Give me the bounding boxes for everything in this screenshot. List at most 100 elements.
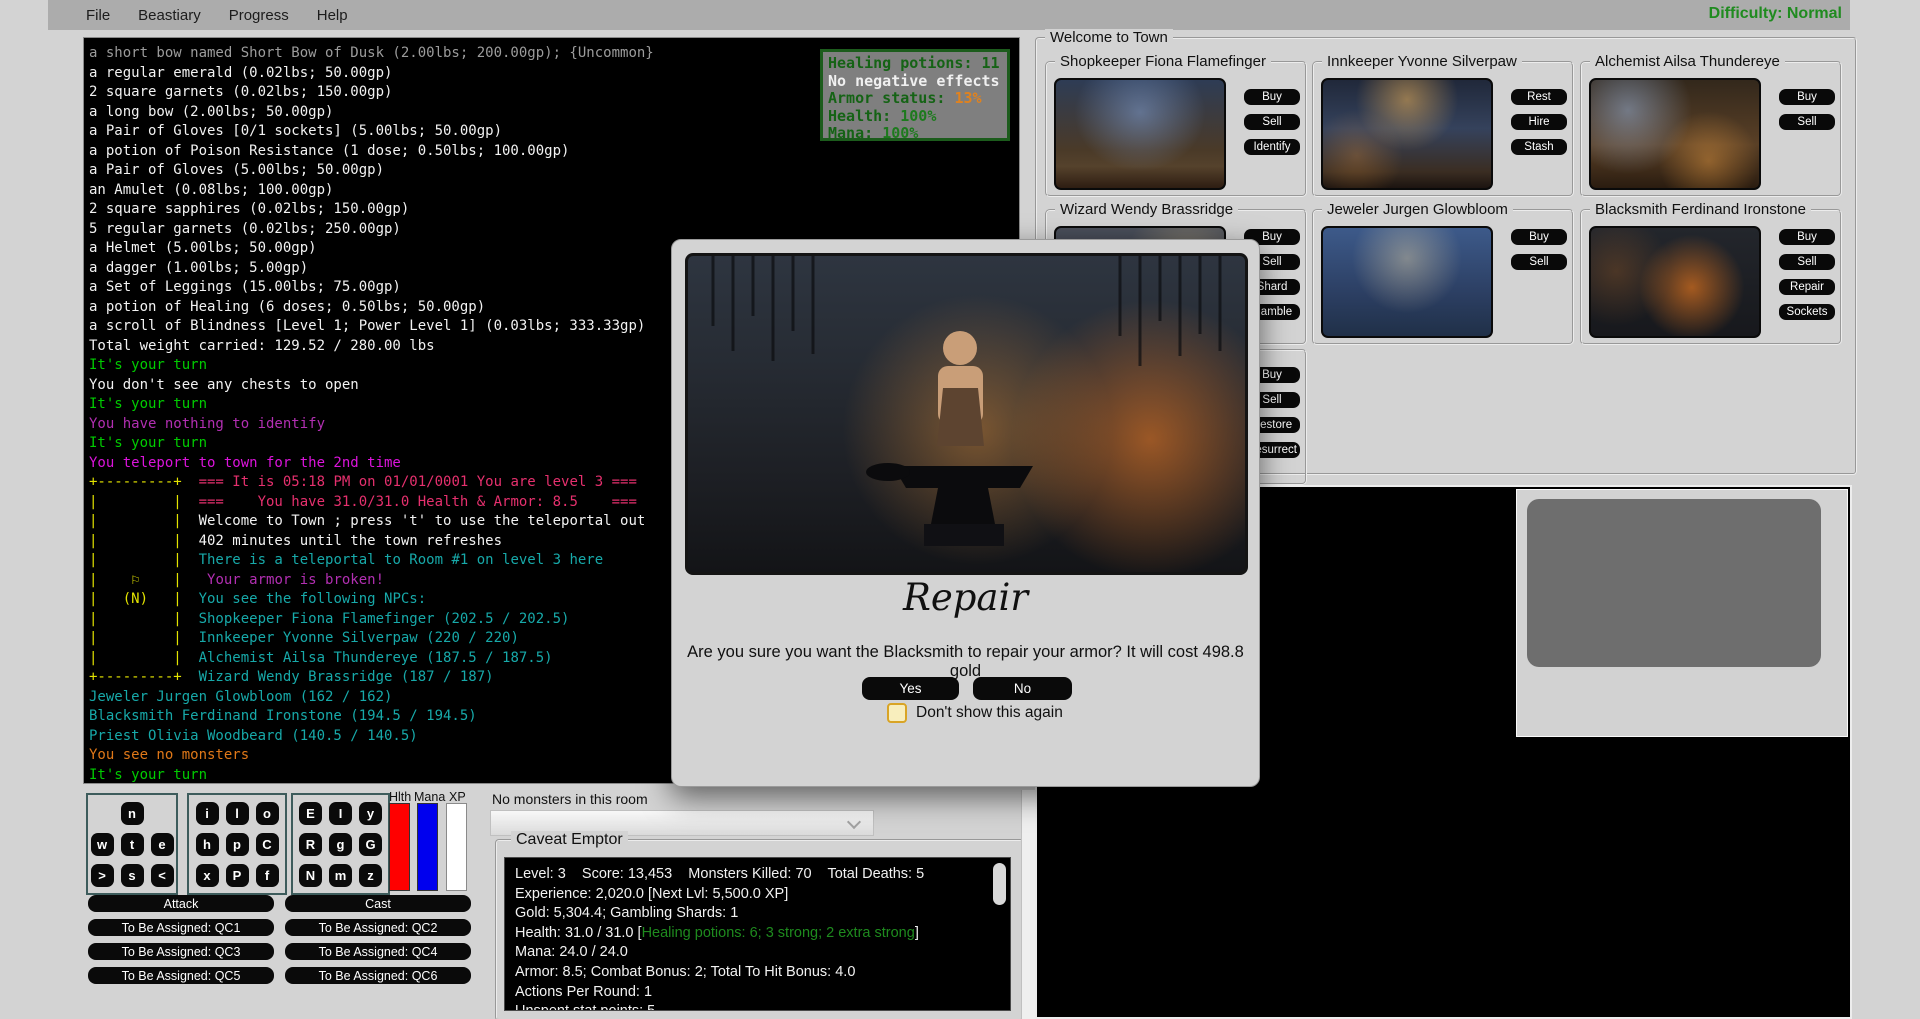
npc-button-buy[interactable]: Buy xyxy=(1779,89,1835,105)
key-t[interactable]: t xyxy=(121,833,144,856)
key-i[interactable]: i xyxy=(196,802,219,825)
monsters-label: No monsters in this room xyxy=(492,791,648,807)
key-I[interactable]: I xyxy=(329,802,352,825)
game-window: FileBeastiaryProgressHelp Difficulty: No… xyxy=(0,0,1920,1019)
bar-xp xyxy=(446,803,467,891)
npc-card-title: Wizard Wendy Brassridge xyxy=(1055,201,1238,218)
npc-card-ferdinand: Blacksmith Ferdinand IronstoneBuySellRep… xyxy=(1580,209,1842,345)
npc-portrait-ferdinand xyxy=(1589,226,1761,338)
text-line: a potion of Poison Resistance (1 dose; 0… xyxy=(89,142,1014,162)
text-line: Unspent stat points: 5 xyxy=(515,1002,1010,1011)
blacksmith-image xyxy=(685,253,1248,575)
key-y[interactable]: y xyxy=(359,802,382,825)
blacksmith-art xyxy=(688,256,1245,572)
npc-button-stash[interactable]: Stash xyxy=(1511,139,1567,155)
key-l[interactable]: l xyxy=(226,802,249,825)
qc-button-1[interactable]: To Be Assigned: QC1 xyxy=(88,919,274,936)
menu-file[interactable]: File xyxy=(72,7,124,24)
text-line: Healing potions: 11 xyxy=(828,55,1002,73)
text-line: Gold: 5,304.4; Gambling Shards: 1 xyxy=(515,904,1010,924)
key-e[interactable]: e xyxy=(151,833,174,856)
dont-show-checkbox[interactable] xyxy=(887,703,907,723)
stats-title: Caveat Emptor xyxy=(511,831,628,849)
key-C[interactable]: C xyxy=(256,833,279,856)
text-line: an Amulet (0.08lbs; 100.00gp) xyxy=(89,181,1014,201)
npc-button-sell[interactable]: Sell xyxy=(1511,254,1567,270)
dialog-title: Repair xyxy=(672,576,1259,619)
text-line: Experience: 2,020.0 [Next Lvl: 5,500.0 X… xyxy=(515,885,1010,905)
qc-button-6[interactable]: To Be Assigned: QC6 xyxy=(285,967,471,984)
yes-button[interactable]: Yes xyxy=(862,677,959,700)
npc-button-buy[interactable]: Buy xyxy=(1779,229,1835,245)
key-h[interactable]: h xyxy=(196,833,219,856)
cast-button[interactable]: Cast xyxy=(285,895,471,912)
npc-portrait-fiona xyxy=(1054,78,1226,190)
difficulty-label: Difficulty: Normal xyxy=(1709,5,1842,23)
npc-card-fiona: Shopkeeper Fiona FlamefingerBuySellIdent… xyxy=(1045,61,1307,197)
key-g[interactable]: g xyxy=(329,833,352,856)
chevron-down-icon xyxy=(847,815,861,829)
key-z[interactable]: z xyxy=(359,864,382,887)
menu-items: FileBeastiaryProgressHelp xyxy=(48,7,362,24)
key-w[interactable]: w xyxy=(91,833,114,856)
npc-button-sell[interactable]: Sell xyxy=(1779,114,1835,130)
attack-button[interactable]: Attack xyxy=(88,895,274,912)
key-P[interactable]: P xyxy=(226,864,249,887)
key-<[interactable]: < xyxy=(151,864,174,887)
text-line: Mana: 24.0 / 24.0 xyxy=(515,943,1010,963)
repair-dialog: Repair Are you sure you want the Blacksm… xyxy=(671,239,1260,787)
keypad-2: EIy RgG Nmz xyxy=(291,793,390,895)
npc-button-buy[interactable]: Buy xyxy=(1511,229,1567,245)
npc-portrait-yvonne xyxy=(1321,78,1493,190)
key-R[interactable]: R xyxy=(299,833,322,856)
stats-scrollbar[interactable] xyxy=(993,863,1006,905)
menu-help[interactable]: Help xyxy=(303,7,362,24)
menu-progress[interactable]: Progress xyxy=(215,7,303,24)
bar-label-mana: Mana xyxy=(414,790,445,804)
key-N[interactable]: N xyxy=(299,864,322,887)
key-x[interactable]: x xyxy=(196,864,219,887)
keypad-0: nwte > s < xyxy=(86,793,178,895)
key-G[interactable]: G xyxy=(359,833,382,856)
key-f[interactable]: f xyxy=(256,864,279,887)
npc-button-sell[interactable]: Sell xyxy=(1779,254,1835,270)
npc-button-hire[interactable]: Hire xyxy=(1511,114,1567,130)
npc-card-yvonne: Innkeeper Yvonne SilverpawRestHireStash xyxy=(1312,61,1574,197)
npc-card-title: Blacksmith Ferdinand Ironstone xyxy=(1590,201,1811,218)
npc-button-repair[interactable]: Repair xyxy=(1779,279,1835,295)
text-line: Armor: 8.5; Combat Bonus: 2; Total To Hi… xyxy=(515,963,1010,983)
key->[interactable]: > xyxy=(91,864,114,887)
text-line: Health: 31.0 / 31.0 [Healing potions: 6;… xyxy=(515,924,1010,944)
menu-bar: FileBeastiaryProgressHelp Difficulty: No… xyxy=(48,0,1850,30)
key-o[interactable]: o xyxy=(256,802,279,825)
dialog-message: Are you sure you want the Blacksmith to … xyxy=(672,643,1259,681)
key-n[interactable]: n xyxy=(121,802,144,825)
stats-box: Level: 3 Score: 13,453 Monsters Killed: … xyxy=(504,857,1011,1011)
stat-lines: Level: 3 Score: 13,453 Monsters Killed: … xyxy=(515,865,1010,1011)
text-line: 2 square sapphires (0.02lbs; 150.00gp) xyxy=(89,200,1014,220)
panel-divider xyxy=(1021,790,1035,1019)
qc-button-5[interactable]: To Be Assigned: QC5 xyxy=(88,967,274,984)
qc-button-2[interactable]: To Be Assigned: QC2 xyxy=(285,919,471,936)
npc-button-sockets[interactable]: Sockets xyxy=(1779,304,1835,320)
dont-show-label: Don't show this again xyxy=(916,704,1063,722)
town-panel-title: Welcome to Town xyxy=(1045,29,1173,46)
npc-button-buy[interactable]: Buy xyxy=(1244,89,1300,105)
npc-card-title: Shopkeeper Fiona Flamefinger xyxy=(1055,53,1271,70)
no-button[interactable]: No xyxy=(973,677,1072,700)
npc-card-ailsa: Alchemist Ailsa ThundereyeBuySell xyxy=(1580,61,1842,197)
npc-portrait-jurgen xyxy=(1321,226,1493,338)
npc-card-title: Jeweler Jurgen Glowbloom xyxy=(1322,201,1513,218)
key-s[interactable]: s xyxy=(121,864,144,887)
npc-button-rest[interactable]: Rest xyxy=(1511,89,1567,105)
key-p[interactable]: p xyxy=(226,833,249,856)
key-m[interactable]: m xyxy=(329,864,352,887)
text-line: No negative effects xyxy=(828,73,1002,91)
bar-hlth xyxy=(389,803,410,891)
npc-button-identify[interactable]: Identify xyxy=(1244,139,1300,155)
npc-button-sell[interactable]: Sell xyxy=(1244,114,1300,130)
menu-beastiary[interactable]: Beastiary xyxy=(124,7,215,24)
qc-button-4[interactable]: To Be Assigned: QC4 xyxy=(285,943,471,960)
qc-button-3[interactable]: To Be Assigned: QC3 xyxy=(88,943,274,960)
key-E[interactable]: E xyxy=(299,802,322,825)
